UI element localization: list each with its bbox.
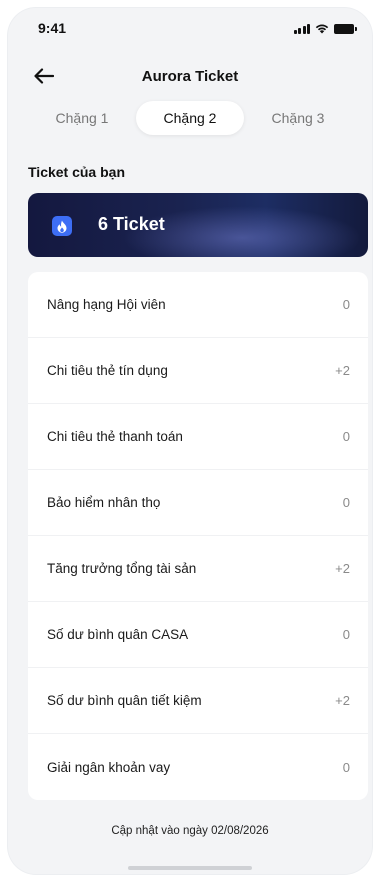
tab-stage-1[interactable]: Chặng 1 — [28, 101, 136, 135]
item-value: 0 — [342, 627, 350, 642]
list-item[interactable]: Giải ngân khoản vay 0 — [28, 734, 368, 800]
phone-screen: 9:41 Aurora Ticket Chặng 1 Chặng 2 Chặng… — [8, 8, 372, 874]
item-label: Chi tiêu thẻ tín dụng — [47, 363, 168, 378]
list-item[interactable]: Bảo hiểm nhân thọ 0 — [28, 470, 368, 536]
home-indicator[interactable] — [128, 866, 252, 870]
list-item[interactable]: Nâng hạng Hội viên 0 — [28, 272, 368, 338]
status-bar: 9:41 — [8, 8, 372, 52]
list-item[interactable]: Tăng trưởng tổng tài sản +2 — [28, 536, 368, 602]
item-value: +2 — [335, 561, 350, 576]
item-label: Bảo hiểm nhân thọ — [47, 495, 161, 510]
battery-icon — [334, 23, 357, 34]
flame-icon — [52, 216, 72, 236]
wifi-icon — [315, 24, 329, 34]
ticket-banner: 6 Ticket — [28, 193, 368, 257]
header: Aurora Ticket — [8, 56, 372, 96]
item-value: 0 — [342, 297, 350, 312]
list-item[interactable]: Số dư bình quân tiết kiệm +2 — [28, 668, 368, 734]
item-label: Số dư bình quân tiết kiệm — [47, 693, 202, 708]
item-value: +2 — [335, 693, 350, 708]
page-title: Aurora Ticket — [141, 68, 239, 85]
tab-stage-2[interactable]: Chặng 2 — [136, 101, 244, 135]
item-label: Nâng hạng Hội viên — [47, 297, 166, 312]
status-icons — [293, 23, 357, 34]
last-updated-text: Cập nhật vào ngày 02/08/2026 — [111, 825, 269, 837]
stage-tabs: Chặng 1 Chặng 2 Chặng 3 — [28, 101, 352, 135]
item-label: Chi tiêu thẻ thanh toán — [47, 429, 183, 444]
item-value: +2 — [335, 363, 350, 378]
item-value: 0 — [342, 495, 350, 510]
item-value: 0 — [342, 429, 350, 444]
signal-icon — [293, 23, 310, 34]
list-item[interactable]: Chi tiêu thẻ tín dụng +2 — [28, 338, 368, 404]
list-item[interactable]: Số dư bình quân CASA 0 — [28, 602, 368, 668]
ticket-count: 6 Ticket — [98, 214, 165, 234]
item-label: Tăng trưởng tổng tài sản — [47, 561, 197, 576]
item-label: Giải ngân khoản vay — [47, 759, 171, 775]
status-time: 9:41 — [38, 20, 67, 36]
list-item[interactable]: Chi tiêu thẻ thanh toán 0 — [28, 404, 368, 470]
item-label: Số dư bình quân CASA — [47, 627, 189, 642]
section-title: Ticket của bạn — [28, 164, 126, 180]
item-value: 0 — [342, 759, 350, 775]
tab-stage-3[interactable]: Chặng 3 — [244, 101, 352, 135]
ticket-breakdown-list: Nâng hạng Hội viên 0 Chi tiêu thẻ tín dụ… — [28, 272, 368, 800]
